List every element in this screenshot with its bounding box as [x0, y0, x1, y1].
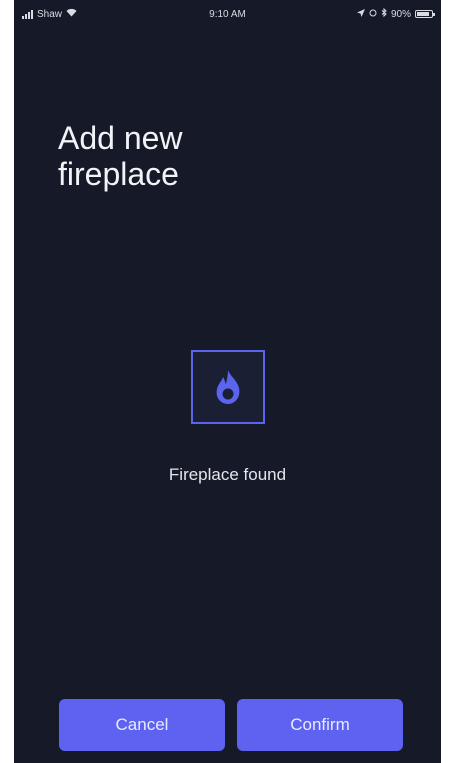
app-screen: Shaw 9:10 AM 90% Add new fireplace Firep… — [14, 0, 441, 763]
wifi-icon — [66, 8, 77, 20]
flame-icon — [216, 370, 240, 404]
fireplace-found-tile — [191, 350, 265, 424]
status-bar-right: 90% — [356, 7, 435, 20]
fireplace-found-label: Fireplace found — [168, 465, 287, 484]
location-arrow-icon — [356, 8, 365, 20]
carrier-name: Shaw — [37, 8, 63, 20]
battery-percent: 90% — [390, 8, 411, 20]
battery-icon — [415, 10, 435, 18]
cancel-button[interactable]: Cancel — [59, 699, 225, 751]
alarm-icon — [369, 9, 377, 20]
cellular-signal-icon — [22, 9, 33, 19]
status-bar: Shaw 9:10 AM 90% — [14, 0, 441, 28]
confirm-button[interactable]: Confirm — [237, 699, 403, 751]
page-title: Add new fireplace — [58, 120, 183, 192]
status-bar-left: Shaw — [22, 8, 77, 20]
bluetooth-icon — [381, 7, 387, 20]
